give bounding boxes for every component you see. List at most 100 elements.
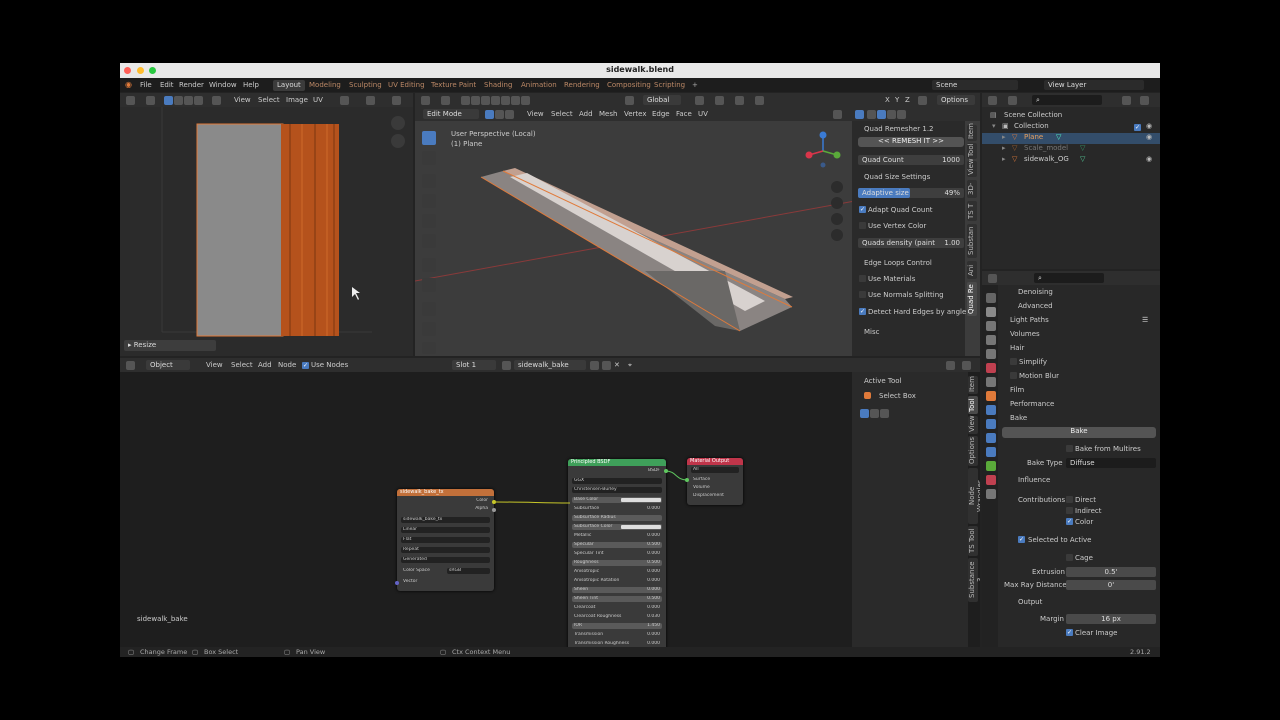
viewport-tab-ts[interactable]: TS T [967, 201, 977, 221]
film-panel[interactable]: Film [1010, 386, 1024, 394]
bsdf-input-row[interactable]: Clearcoat 0.000 [572, 605, 662, 611]
collection-properties-icon[interactable] [986, 377, 996, 387]
node-menu-view[interactable]: View [206, 361, 223, 369]
cage-checkbox[interactable] [1066, 554, 1073, 561]
list-icon[interactable]: ☰ [1142, 316, 1148, 324]
node-menu-node[interactable]: Node [278, 361, 296, 369]
outliner[interactable]: ⌕ ▤ Scene Collection ▾ ▣ Collection ✓ ◉ … [982, 93, 1160, 269]
influence-panel[interactable]: Influence [1018, 476, 1050, 484]
bsdf-input-row[interactable]: Anisotropic Rotation 0.000 [572, 578, 662, 584]
rotate-tool-icon[interactable] [422, 194, 436, 208]
viewport-canvas[interactable] [415, 121, 855, 356]
tab-rendering[interactable]: Rendering [560, 80, 604, 91]
world-properties-icon[interactable] [986, 363, 996, 373]
tab-shading[interactable]: Shading [480, 80, 516, 91]
collection-exclude-checkbox[interactable]: ✓ [1134, 124, 1141, 131]
inset-tool-icon[interactable] [422, 322, 436, 336]
quads-density-field[interactable]: Quads density (paint 1.00 [858, 238, 964, 248]
slot-dropdown[interactable]: Slot 1 [452, 360, 496, 370]
node-tab-ts-tool[interactable]: TS Tool [968, 526, 978, 556]
editor-type-icon[interactable] [988, 274, 997, 283]
output-properties-icon[interactable] [986, 321, 996, 331]
tab-texture-paint[interactable]: Texture Paint [427, 80, 480, 91]
view-layer-selector[interactable]: View Layer [1044, 80, 1144, 90]
color-swatch[interactable] [621, 525, 661, 529]
perspective-grid-icon[interactable] [831, 229, 843, 241]
node-tab-substance[interactable]: Substance 3 [968, 558, 980, 602]
scene-collection-row[interactable]: ▤ Scene Collection [982, 111, 1160, 122]
output-target-dropdown[interactable]: All [691, 467, 739, 473]
layers-icon-5[interactable] [511, 96, 520, 105]
tab-animation[interactable]: Animation [517, 80, 561, 91]
menu-render[interactable]: Render [179, 81, 204, 89]
select-box-mode-icon[interactable] [860, 409, 869, 418]
overlay-icon[interactable] [962, 361, 971, 370]
proportional-edit-icon[interactable] [735, 96, 744, 105]
node-tab-tool[interactable]: Tool [968, 396, 978, 414]
duplicate-material-icon[interactable] [602, 361, 611, 370]
adaptive-size-slider[interactable]: Adaptive size 49% [858, 188, 964, 198]
eye-icon[interactable]: ◉ [1146, 122, 1152, 130]
margin-field[interactable]: 16 px [1066, 614, 1156, 624]
adapt-quad-count-checkbox[interactable]: ✓ [859, 206, 866, 213]
tab-modeling[interactable]: Modeling [305, 80, 345, 91]
shader-editor[interactable]: Object View Select Add Node ✓ Use Nodes … [120, 358, 980, 647]
shading-rendered-icon[interactable] [897, 110, 906, 119]
snap-icon[interactable] [366, 96, 375, 105]
viewport-menu-vertex[interactable]: Vertex [624, 110, 647, 118]
blender-logo-icon[interactable]: ◉ [125, 80, 132, 89]
bake-panel[interactable]: Bake [1010, 414, 1027, 422]
fake-user-icon[interactable] [590, 361, 599, 370]
uv-menu-view[interactable]: View [234, 96, 251, 104]
modifier-properties-icon[interactable] [986, 405, 996, 415]
projection-dropdown[interactable]: Flat [401, 537, 490, 543]
editor-type-icon[interactable] [126, 96, 135, 105]
extrude-tool-icon[interactable] [422, 302, 436, 316]
viewport-tab-substance[interactable]: Substan [967, 224, 977, 258]
material-properties-icon[interactable] [986, 475, 996, 485]
extension-dropdown[interactable]: Repeat [401, 547, 490, 553]
shading-solid-icon[interactable] [877, 110, 886, 119]
viewport-menu-uv[interactable]: UV [698, 110, 708, 118]
viewport-menu-view[interactable]: View [527, 110, 544, 118]
proportional-icon[interactable] [392, 96, 401, 105]
viewport-menu-face[interactable]: Face [676, 110, 692, 118]
selected-to-active-panel[interactable]: Selected to Active [1028, 536, 1091, 544]
editor-type-icon[interactable] [126, 361, 135, 370]
select-tool-icon[interactable] [422, 131, 436, 145]
add-workspace-icon[interactable]: + [692, 81, 698, 89]
editor-type-icon[interactable] [421, 96, 430, 105]
material-browse-icon[interactable] [502, 361, 511, 370]
node-tab-options[interactable]: Options [968, 436, 978, 466]
bsdf-input-row[interactable]: Roughness 0.500 [572, 560, 662, 566]
outliner-item-scale-model[interactable]: ▸ ▽ Scale_model ▽ [982, 144, 1160, 155]
viewport-tab-view[interactable]: View [967, 158, 977, 177]
shader-type-dropdown[interactable]: Object [146, 360, 190, 370]
editor-type-icon[interactable] [988, 96, 997, 105]
color-checkbox[interactable]: ✓ [1066, 518, 1073, 525]
scale-tool-icon[interactable] [422, 214, 436, 228]
indirect-checkbox[interactable] [1066, 507, 1073, 514]
properties-editor[interactable]: ⌕ Denoising Advanced Light Paths ☰ Volum… [982, 271, 1160, 647]
camera-icon[interactable] [831, 213, 843, 225]
node-tab-view[interactable]: View [968, 415, 978, 434]
move-tool-icon[interactable] [422, 174, 436, 188]
use-materials-checkbox[interactable] [859, 275, 866, 282]
bsdf-input-row[interactable]: Base Color [572, 497, 662, 503]
mode-dropdown[interactable]: Edit Mode [423, 109, 479, 119]
axis-x-toggle[interactable]: X [885, 96, 890, 104]
denoising-panel[interactable]: Denoising [1018, 288, 1053, 296]
bsdf-input-row[interactable]: Transmission 0.000 [572, 632, 662, 638]
pin-icon[interactable]: ⌖ [628, 361, 632, 370]
cursor-tool-icon[interactable] [422, 151, 436, 165]
particles-properties-icon[interactable] [986, 419, 996, 429]
gizmo-icon[interactable] [625, 96, 634, 105]
use-vertex-color-checkbox[interactable] [859, 222, 866, 229]
island-select-icon[interactable] [194, 96, 203, 105]
face-mode-icon[interactable] [505, 110, 514, 119]
viewport-menu-mesh[interactable]: Mesh [599, 110, 617, 118]
active-tool-panel[interactable]: Active Tool [864, 377, 901, 385]
object-data-icon[interactable] [986, 461, 996, 471]
simplify-panel[interactable]: Simplify [1019, 358, 1047, 366]
transform-icon[interactable] [461, 96, 470, 105]
